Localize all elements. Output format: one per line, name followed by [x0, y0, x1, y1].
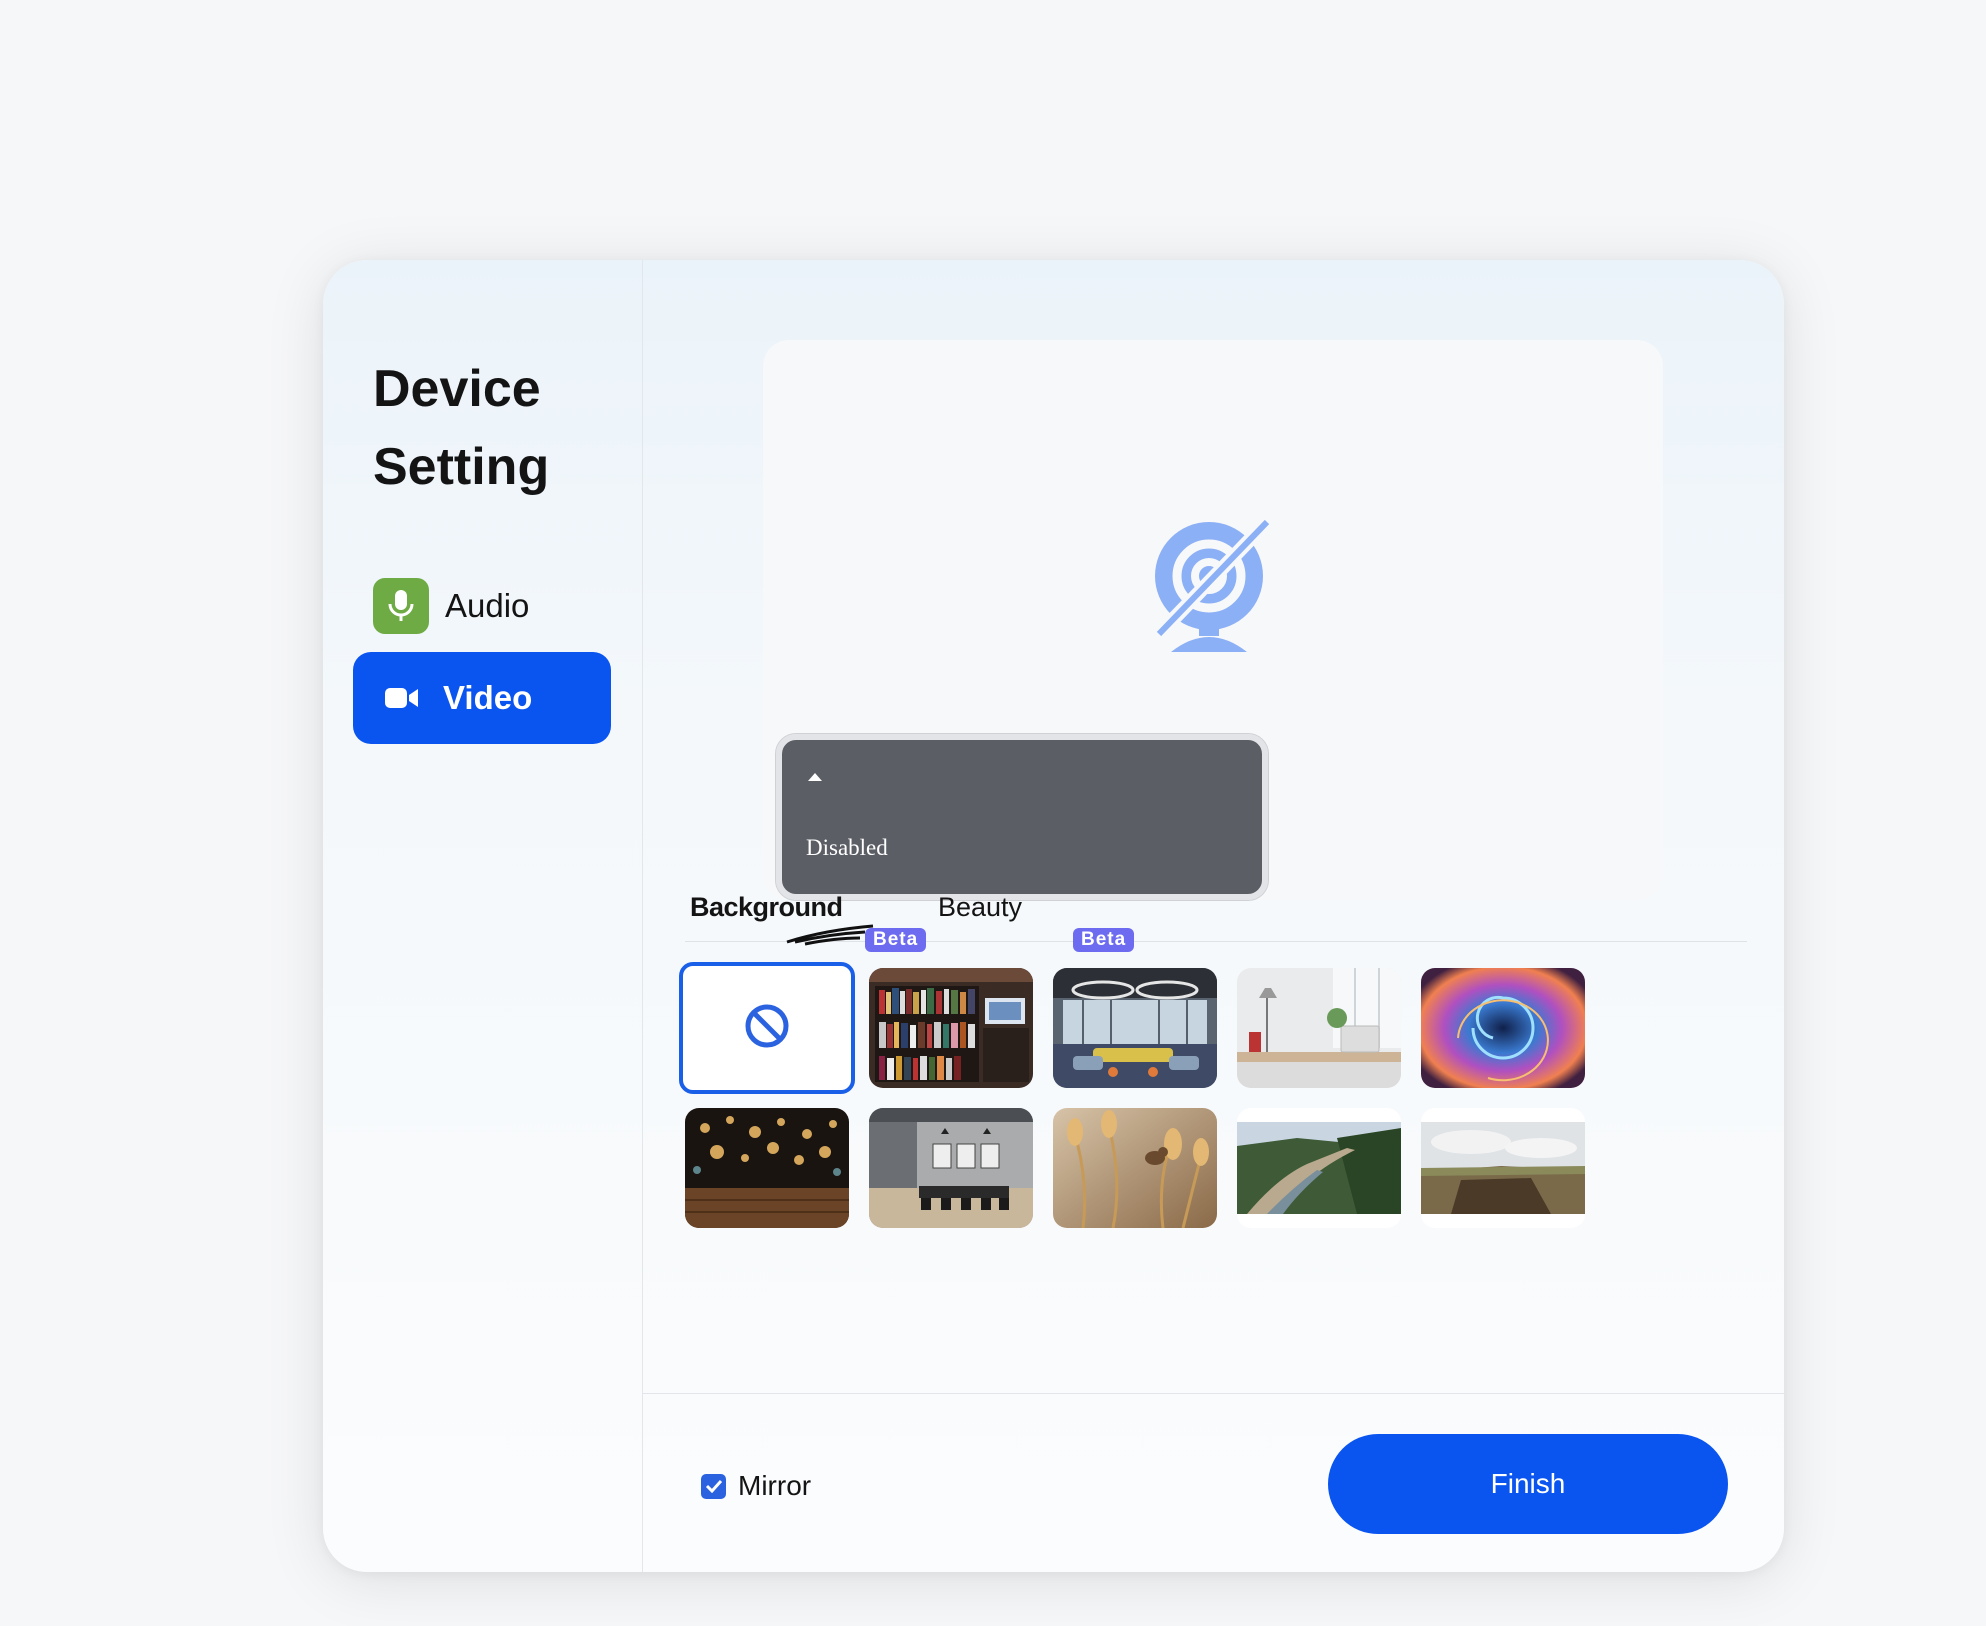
camera-select-dropdown[interactable]: Disabled	[775, 733, 1269, 901]
background-option-office-lounge[interactable]	[1053, 968, 1217, 1088]
background-option-bookshelf[interactable]	[869, 968, 1033, 1088]
main-panel: Disabled Background Beta Beauty Beta Mir…	[643, 260, 1784, 1572]
tab-background[interactable]: Background	[690, 892, 843, 923]
checkmark-icon	[705, 1479, 722, 1493]
background-option-river-valley[interactable]	[1237, 1108, 1401, 1228]
background-option-none[interactable]	[679, 962, 855, 1094]
tab-beauty[interactable]: Beauty	[938, 892, 1022, 923]
dropdown-value: Disabled	[806, 835, 888, 860]
effects-tabs: Background Beta Beauty Beta	[685, 892, 1747, 952]
beta-badge: Beta	[865, 928, 927, 952]
mirror-checkbox[interactable]	[701, 1473, 726, 1499]
sidebar-item-video[interactable]: Video	[353, 652, 611, 744]
title-line-1: Device	[373, 360, 541, 418]
sidebar-item-audio[interactable]: Audio	[353, 560, 611, 652]
background-option-bokeh-lights[interactable]	[685, 1108, 849, 1228]
mirror-toggle[interactable]: Mirror	[701, 1470, 811, 1502]
background-option-cliff-landscape[interactable]	[1421, 1108, 1585, 1228]
scribble-mark-icon	[785, 920, 875, 951]
background-option-abstract-swirl[interactable]	[1421, 968, 1585, 1088]
microphone-icon	[373, 578, 429, 634]
beta-badge: Beta	[1073, 928, 1135, 952]
caret-up-icon	[806, 770, 824, 788]
sidebar: Device Setting Audio Video	[323, 260, 643, 1572]
device-setting-dialog: Device Setting Audio Video Disabled Back…	[323, 260, 1784, 1572]
camera-off-icon	[1153, 517, 1275, 659]
background-option-bird-grass[interactable]	[1053, 1108, 1217, 1228]
sidebar-item-label: Video	[443, 679, 533, 716]
sidebar-item-label: Audio	[445, 587, 530, 624]
finish-button[interactable]: Finish	[1328, 1434, 1728, 1534]
mirror-label: Mirror	[738, 1470, 812, 1501]
video-camera-icon	[385, 687, 419, 709]
title-line-2: Setting	[373, 438, 550, 496]
background-option-desk-workspace[interactable]	[1237, 968, 1401, 1088]
dialog-footer: Mirror Finish	[643, 1393, 1784, 1572]
page-title: Device Setting	[373, 350, 549, 506]
background-option-meeting-room[interactable]	[869, 1108, 1033, 1228]
no-background-icon	[744, 1003, 790, 1054]
